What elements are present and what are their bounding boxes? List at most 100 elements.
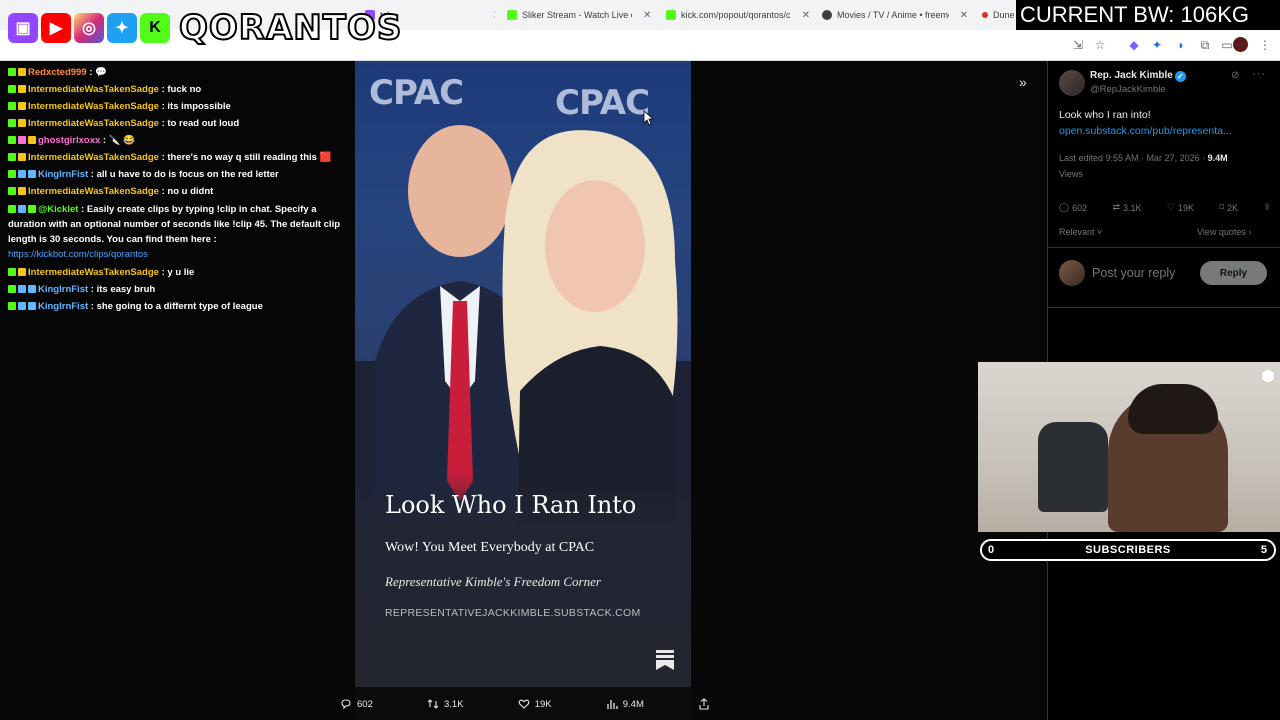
close-icon[interactable]: ✕: [493, 10, 495, 21]
badge-icon: [18, 187, 26, 195]
chat-text: its easy bruh: [96, 284, 156, 295]
badge-icon: [18, 205, 26, 213]
reply-input[interactable]: Post your reply: [1092, 266, 1175, 280]
chat-message: Redxcted999 : 💬: [8, 64, 348, 81]
badge-icon: [18, 268, 26, 276]
post-text: Look who I ran into!: [1059, 109, 1151, 121]
repost-count-value: 3.1K: [444, 698, 464, 710]
twitch-icon: ▣: [8, 13, 38, 43]
badge-icon: [18, 119, 26, 127]
share-button[interactable]: [698, 698, 710, 710]
bookmark-count-value: 2K: [1227, 202, 1239, 213]
badge-icon: [8, 102, 16, 110]
author-name-text: Rep. Jack Kimble: [1090, 70, 1173, 81]
badge-icon: [8, 302, 16, 310]
chat-username[interactable]: IntermediateWasTakenSadge: [28, 101, 159, 112]
chat-username[interactable]: ghostgirlxoxx: [38, 135, 100, 146]
badge-icon: [8, 68, 16, 76]
stream-overlay-banner: ▣ ▶ ◎ ✦ K QORANTOS: [8, 6, 402, 50]
extension-icon[interactable]: ◗: [1174, 38, 1188, 52]
author-avatar[interactable]: [1059, 70, 1085, 96]
media-image[interactable]: CPAC CPAC Look Who I Ran Into Wow! You M…: [355, 61, 691, 687]
grok-icon[interactable]: ⊘: [1231, 70, 1239, 81]
sort-dropdown[interactable]: Relevant ˅: [1059, 227, 1102, 237]
browser-tab[interactable]: Dune: [982, 4, 1016, 26]
views-label: Views: [1059, 169, 1083, 179]
gaming-chair: [1038, 422, 1108, 512]
heart-icon: [518, 699, 530, 709]
bookmark-button[interactable]: ⌑ 2K: [1219, 202, 1238, 213]
chat-username[interactable]: KingIrnFist: [38, 169, 88, 180]
chat-username[interactable]: Redxcted999: [28, 67, 87, 78]
reply-count-value: 602: [357, 698, 373, 710]
subs-goal: 5: [1260, 544, 1267, 556]
chat-username[interactable]: IntermediateWasTakenSadge: [28, 186, 159, 197]
chat-username[interactable]: KingIrnFist: [38, 301, 88, 312]
chat-username[interactable]: IntermediateWasTakenSadge: [28, 152, 159, 163]
divider: [1048, 307, 1280, 308]
youtube-icon: ▶: [41, 13, 71, 43]
like-count[interactable]: 19K: [518, 698, 552, 710]
sidebar-icon[interactable]: ▭: [1220, 38, 1234, 52]
chat-text: its impossible: [167, 101, 231, 112]
chat-log: Redxcted999 : 💬 IntermediateWasTakenSadg…: [8, 64, 348, 315]
close-icon[interactable]: ✕: [802, 10, 810, 21]
browser-tab[interactable]: Movies / TV / Anime • freemec ✕: [822, 4, 968, 26]
share-button[interactable]: ⇪: [1263, 202, 1271, 213]
badge-icon: [8, 187, 16, 195]
chat-username[interactable]: IntermediateWasTakenSadge: [28, 84, 159, 95]
collapse-panel-icon[interactable]: »: [1019, 74, 1035, 90]
chat-username[interactable]: IntermediateWasTakenSadge: [28, 267, 159, 278]
like-count-value: 19K: [534, 698, 552, 710]
like-button[interactable]: ♡ 19K: [1167, 202, 1194, 213]
author-handle[interactable]: @RepJackKimble: [1090, 84, 1166, 95]
close-icon[interactable]: ✕: [643, 10, 651, 21]
chat-username[interactable]: @Kicklet: [38, 204, 78, 215]
close-icon[interactable]: ✕: [960, 10, 968, 21]
view-count[interactable]: 9.4M: [606, 698, 644, 710]
badge-icon: [18, 302, 26, 310]
reply-count[interactable]: 602: [340, 698, 373, 710]
puzzle-icon[interactable]: ⧉: [1198, 38, 1212, 52]
repost-button[interactable]: ⇄ 3.1K: [1112, 202, 1141, 213]
menu-icon[interactable]: ⋮: [1258, 38, 1272, 52]
profile-avatar[interactable]: [1233, 37, 1248, 52]
chat-text: she going to a differnt type of league: [96, 301, 263, 312]
chat-message: KingIrnFist : she going to a differnt ty…: [8, 298, 348, 315]
card-title: Look Who I Ran Into: [385, 491, 637, 519]
post-link[interactable]: open.substack.com/pub/representa...: [1059, 125, 1232, 137]
badge-icon: [18, 136, 26, 144]
badge-icon: [28, 136, 36, 144]
view-quotes-link[interactable]: View quotes ›: [1197, 227, 1251, 237]
reply-button[interactable]: ◯ 602: [1059, 202, 1087, 213]
chat-username[interactable]: KingIrnFist: [38, 284, 88, 295]
extension-icon[interactable]: ✦: [1150, 38, 1164, 52]
chat-text: fuck no: [167, 84, 202, 95]
chat-message: IntermediateWasTakenSadge : there's no w…: [8, 149, 348, 166]
badge-icon: [18, 285, 26, 293]
reply-submit-button[interactable]: Reply: [1200, 261, 1267, 285]
repost-count[interactable]: 3.1K: [427, 698, 464, 710]
browser-tab[interactable]: Sliker Stream - Watch Live on K ✕: [507, 4, 652, 26]
chevron-right-icon: ›: [1245, 227, 1252, 237]
tab-label: kick.com/popout/qorantos/cha: [681, 10, 791, 20]
repost-icon: [427, 699, 439, 709]
chat-username[interactable]: IntermediateWasTakenSadge: [28, 118, 159, 129]
chat-message: @Kicklet : Easily create clips by typing…: [8, 204, 341, 260]
author-name[interactable]: Rep. Jack Kimble ✓: [1090, 70, 1186, 82]
chat-message: IntermediateWasTakenSadge : to read out …: [8, 115, 348, 132]
badge-icon: [8, 170, 16, 178]
post-actions: ◯ 602 ⇄ 3.1K ♡ 19K ⌑ 2K ⇪: [1059, 202, 1271, 213]
chat-link[interactable]: https://kickbot.com/clips/qorantos: [8, 249, 148, 260]
edited-text: Last edited 9:55 AM · Mar 27, 2026 ·: [1059, 153, 1208, 163]
install-icon[interactable]: ⇲: [1071, 38, 1085, 52]
more-icon[interactable]: ···: [1252, 68, 1266, 80]
badge-icon: [8, 85, 16, 93]
kick-icon: K: [140, 13, 170, 43]
browser-tab[interactable]: kick.com/popout/qorantos/cha ✕: [666, 4, 810, 26]
chat-text: there's no way q still reading this 🟥: [167, 152, 332, 163]
kick-icon: [507, 10, 517, 20]
chat-text: 💬: [95, 67, 107, 78]
extension-icon[interactable]: ◆: [1127, 38, 1141, 52]
star-icon[interactable]: ☆: [1093, 38, 1107, 52]
